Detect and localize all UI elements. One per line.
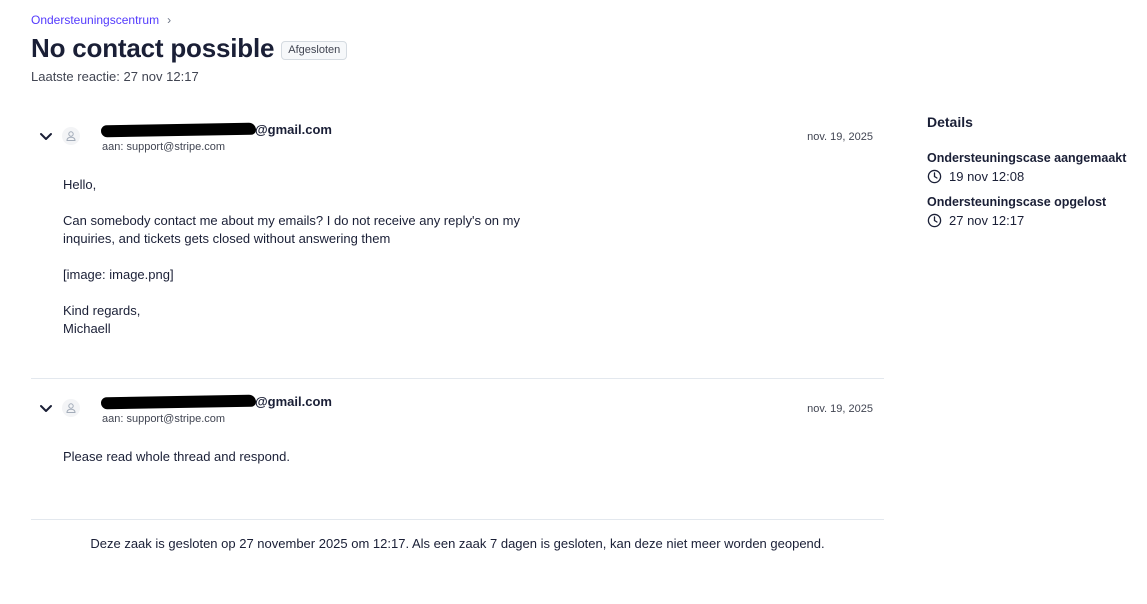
chevron-down-icon[interactable] (38, 400, 54, 416)
sender-email: @gmail.com (100, 394, 332, 409)
event-time: 19 nov 12:08 (927, 169, 1137, 184)
message-item: @gmail.com aan: support@stripe.com nov. … (31, 118, 884, 338)
event-time-text: 27 nov 12:17 (949, 213, 1025, 228)
breadcrumb: Ondersteuningscentrum › (31, 13, 171, 27)
chevron-down-icon[interactable] (38, 128, 54, 144)
message-header: @gmail.com aan: support@stripe.com nov. … (31, 118, 884, 162)
message-paragraph: Hello, (63, 177, 97, 192)
breadcrumb-link-support-center[interactable]: Ondersteuningscentrum (31, 13, 159, 27)
message-date: nov. 19, 2025 (807, 131, 873, 143)
divider (31, 378, 884, 379)
breadcrumb-separator-icon: › (167, 13, 172, 27)
clock-icon (927, 213, 942, 228)
message-paragraph: Kind regards, Michaell (63, 303, 141, 336)
sender-email-domain: @gmail.com (255, 122, 332, 137)
message-date: nov. 19, 2025 (807, 403, 873, 415)
message-header: @gmail.com aan: support@stripe.com nov. … (31, 390, 884, 434)
redaction-mark (100, 394, 257, 409)
case-closed-notice: Deze zaak is gesloten op 27 november 202… (90, 536, 825, 551)
divider (31, 519, 884, 520)
message-body: Hello, Can somebody contact me about my … (31, 176, 884, 338)
user-icon (66, 403, 76, 413)
event-title: Ondersteuningscase aangemaakt (927, 151, 1127, 165)
sender-email: @gmail.com (100, 122, 332, 137)
avatar (62, 399, 80, 417)
last-reply-text: Laatste reactie: 27 nov 12:17 (31, 69, 199, 84)
sender-email-domain: @gmail.com (255, 394, 332, 409)
clock-icon (927, 169, 942, 184)
message-body: Please read whole thread and respond. (31, 448, 884, 466)
page-title: No contact possible (31, 33, 275, 63)
event-time: 27 nov 12:17 (927, 213, 1137, 228)
recipient-text: aan: support@stripe.com (102, 141, 226, 153)
event-time-text: 19 nov 12:08 (949, 169, 1025, 184)
timeline-event: Ondersteuningscase opgelost 27 nov 12:17 (927, 195, 1137, 228)
message-paragraph: [image: image.png] (63, 267, 174, 282)
timeline-event: Ondersteuningscase aangemaakt 19 nov 12:… (927, 151, 1137, 184)
redaction-mark (100, 122, 257, 137)
message-paragraph: Please read whole thread and respond. (63, 449, 290, 464)
message-paragraph: Can somebody contact me about my emails?… (63, 213, 520, 246)
details-title: Details (927, 114, 973, 130)
status-badge: Afgesloten (281, 40, 348, 60)
details-panel: Details Ondersteuningscase aangemaakt 19… (927, 114, 1137, 239)
title-row: No contact possible Afgesloten (31, 33, 348, 64)
event-title: Ondersteuningscase opgelost (927, 195, 1107, 209)
support-case-page: Ondersteuningscentrum › No contact possi… (0, 0, 1147, 604)
message-item: @gmail.com aan: support@stripe.com nov. … (31, 390, 884, 466)
recipient-text: aan: support@stripe.com (102, 413, 226, 425)
avatar (62, 127, 80, 145)
user-icon (66, 131, 76, 141)
